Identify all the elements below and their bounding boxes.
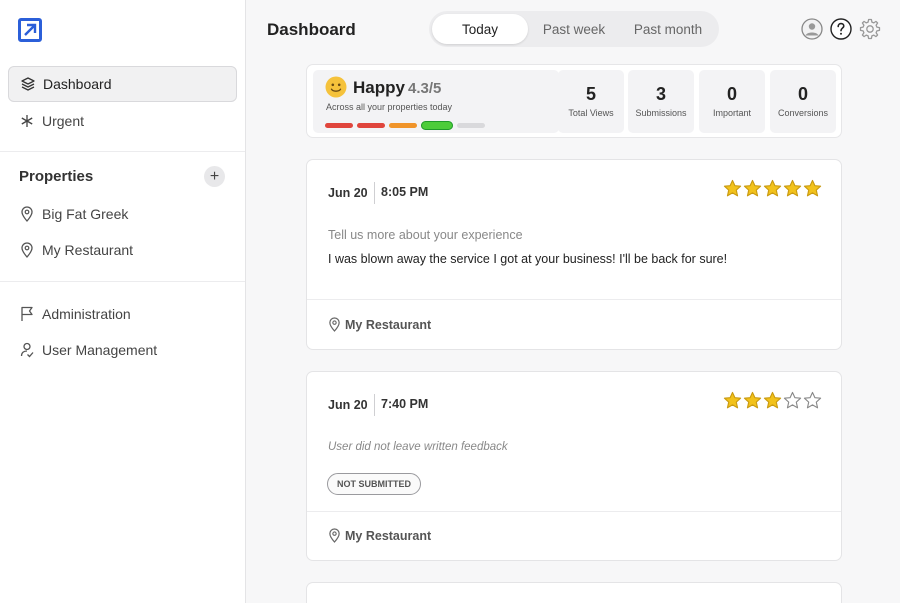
sidebar-item-label: Urgent [42, 113, 85, 129]
stat-total-views: 5 Total Views [558, 70, 624, 133]
feedback-time: 7:40 PM [381, 397, 429, 411]
range-past-week-button[interactable]: Past week [528, 14, 620, 44]
page-title: Dashboard [267, 20, 356, 39]
stat-value: 0 [797, 84, 808, 104]
sidebar-item-label: Dashboard [43, 76, 112, 92]
layers-icon [20, 76, 36, 92]
no-feedback-note: User did not leave written feedback [328, 441, 508, 453]
add-property-button[interactable]: + [204, 166, 225, 187]
stat-value: 5 [585, 84, 596, 104]
mood-scale-segment [357, 123, 385, 128]
sidebar-item-user-management[interactable]: User Management [8, 332, 237, 368]
star-filled-icon [763, 391, 782, 409]
star-filled-icon [783, 179, 802, 197]
sidebar-item-label: Big Fat Greek [42, 206, 129, 222]
question-label: Tell us more about your experience [328, 228, 523, 242]
star-filled-icon [743, 179, 762, 197]
star-filled-icon [723, 179, 742, 197]
property-link[interactable]: My Restaurant [328, 317, 431, 332]
sidebar-item-property[interactable]: My Restaurant [8, 232, 237, 268]
app-logo[interactable] [18, 18, 42, 42]
stat-submissions: 3 Submissions [628, 70, 694, 133]
mood-scale [325, 121, 485, 130]
sidebar-item-label: User Management [42, 342, 158, 358]
star-filled-icon [743, 391, 762, 409]
map-pin-icon [329, 528, 340, 543]
sidebar-item-administration[interactable]: Administration [8, 296, 237, 332]
status-badge: NOT SUBMITTED [327, 473, 421, 495]
sidebar-item-urgent[interactable]: Urgent [8, 103, 237, 139]
divider [374, 394, 375, 416]
asterisk-icon [19, 113, 35, 129]
feedback-card[interactable]: Jun 20 8:05 PM Tell us more about your e… [306, 159, 842, 350]
settings-gear-icon[interactable] [859, 18, 881, 40]
star-rating [723, 179, 822, 198]
user-check-icon [19, 342, 35, 358]
mood-scale-segment [457, 123, 485, 128]
sidebar-item-property[interactable]: Big Fat Greek [8, 196, 237, 232]
feedback-answer: I was blown away the service I got at yo… [328, 252, 728, 266]
feedback-date: Jun 20 [328, 186, 368, 200]
sidebar-item-dashboard[interactable]: Dashboard [8, 66, 237, 102]
range-past-month-button[interactable]: Past month [620, 14, 716, 44]
sidebar-item-label: Administration [42, 306, 131, 322]
range-today-button[interactable]: Today [432, 14, 528, 44]
star-filled-icon [763, 179, 782, 197]
map-pin-icon [329, 317, 340, 332]
divider [0, 281, 245, 282]
summary-card: Happy 4.3/5 Across all your properties t… [306, 64, 842, 138]
mood-subtitle: Across all your properties today [326, 102, 453, 112]
divider [307, 299, 841, 300]
star-filled-icon [723, 391, 742, 409]
stat-value: 0 [726, 84, 737, 104]
sidebar-item-label: My Restaurant [42, 242, 134, 258]
mood-score: 4.3/5 [408, 80, 442, 97]
mood-panel: Happy 4.3/5 Across all your properties t… [313, 70, 559, 133]
star-filled-icon [803, 179, 822, 197]
divider [374, 182, 375, 204]
date-range-selector: Today Past week Past month [429, 11, 719, 47]
divider [0, 151, 245, 152]
star-empty-icon [803, 391, 822, 409]
properties-heading: Properties [19, 168, 94, 185]
feedback-card[interactable] [306, 582, 842, 603]
stat-label: Conversions [777, 108, 829, 118]
mood-label: Happy [353, 78, 405, 97]
stat-label: Total Views [568, 108, 614, 118]
user-avatar-icon[interactable] [801, 18, 823, 40]
map-pin-icon [19, 242, 35, 258]
stat-label: Important [712, 108, 752, 118]
property-name: My Restaurant [345, 317, 432, 332]
flag-icon [19, 306, 35, 322]
mood-scale-segment [389, 123, 417, 128]
stat-value: 3 [655, 84, 666, 104]
feedback-card[interactable]: Jun 20 7:40 PM User did not leave writte… [306, 371, 842, 561]
mood-scale-segment [325, 123, 353, 128]
mood-scale-segment [421, 121, 453, 130]
feedback-date: Jun 20 [328, 398, 368, 412]
stat-conversions: 0 Conversions [770, 70, 836, 133]
star-empty-icon [783, 391, 802, 409]
map-pin-icon [19, 206, 35, 222]
divider [307, 511, 841, 512]
star-rating [723, 391, 822, 410]
property-link[interactable]: My Restaurant [328, 528, 431, 543]
feedback-time: 8:05 PM [381, 185, 429, 199]
stat-label: Submissions [635, 108, 687, 118]
stat-important: 0 Important [699, 70, 765, 133]
plus-icon: + [209, 167, 220, 185]
help-icon[interactable] [830, 18, 852, 40]
smiley-face-icon [325, 76, 347, 98]
sidebar: Dashboard Urgent Properties + Big Fat Gr… [0, 0, 246, 603]
property-name: My Restaurant [345, 528, 432, 543]
